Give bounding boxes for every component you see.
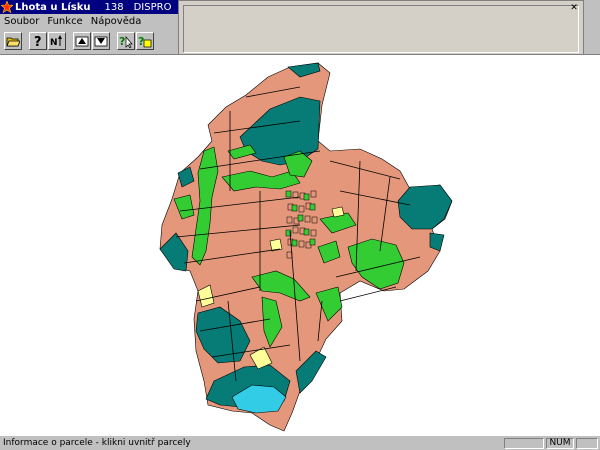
village-parcel[interactable] <box>303 228 310 236</box>
window-title: Lhota u Lísku <box>15 1 91 13</box>
village-parcel[interactable] <box>298 205 305 213</box>
open-folder-icon <box>6 37 20 47</box>
north-button[interactable]: N <box>48 32 66 50</box>
zoom-in-icon <box>75 36 89 47</box>
village-parcel[interactable] <box>309 203 316 211</box>
app-star-icon[interactable] <box>1 1 13 13</box>
zoom-in-button[interactable] <box>73 32 91 50</box>
forest-east[interactable] <box>397 184 453 230</box>
village-parcel[interactable] <box>298 240 305 248</box>
svg-text:?: ? <box>138 35 144 48</box>
north-arrow-icon: N <box>50 35 62 47</box>
help-button[interactable]: ? <box>29 32 47 50</box>
village-parcel[interactable] <box>285 190 292 198</box>
zoom-out-button[interactable] <box>92 32 110 50</box>
village-parcel[interactable] <box>297 214 304 222</box>
parcel-boundary-line <box>339 286 397 302</box>
cadastral-map[interactable] <box>0 55 600 437</box>
village-parcel[interactable] <box>303 193 310 201</box>
menu-bar: Soubor Funkce Nápověda <box>0 14 178 29</box>
village-parcel[interactable] <box>311 216 318 224</box>
village-parcel[interactable] <box>310 229 317 237</box>
menu-soubor[interactable]: Soubor <box>0 16 43 27</box>
cadastre-code: 138 <box>104 1 124 13</box>
menu-funkce[interactable]: Funkce <box>43 16 86 27</box>
svg-text:?: ? <box>119 35 125 48</box>
zoom-out-icon <box>94 36 108 47</box>
status-cell-resize <box>576 437 598 449</box>
info-panel-content <box>183 5 579 53</box>
village-parcel[interactable] <box>310 190 317 198</box>
status-message: Informace o parcele - klikni uvnitř parc… <box>3 438 191 448</box>
parcel-search-button[interactable]: ? <box>136 32 154 50</box>
other-land-east[interactable] <box>331 206 345 218</box>
village-parcel[interactable] <box>309 238 316 246</box>
village-parcel[interactable] <box>286 251 293 259</box>
num-lock-indicator: NUM <box>546 437 574 449</box>
system-name: DISPRO <box>133 1 172 13</box>
map-canvas[interactable] <box>0 54 600 437</box>
status-bar: Informace o parcele - klikni uvnitř parc… <box>0 436 600 450</box>
menu-napoveda[interactable]: Nápověda <box>87 16 146 27</box>
village-parcel[interactable] <box>291 239 298 247</box>
village-parcel[interactable] <box>304 215 311 223</box>
parcel-search-icon: ? <box>138 35 152 48</box>
info-panel: ✕ <box>178 0 584 58</box>
village-parcel[interactable] <box>291 204 298 212</box>
village-parcel[interactable] <box>286 216 293 224</box>
parcel-info-button[interactable]: ? <box>117 32 135 50</box>
parcel-info-icon: ? <box>119 35 133 48</box>
close-icon[interactable]: ✕ <box>569 3 579 13</box>
status-cell-empty <box>504 437 544 449</box>
svg-text:N: N <box>50 38 58 47</box>
village-parcel[interactable] <box>292 226 299 234</box>
svg-text:?: ? <box>34 35 42 48</box>
help-query-icon: ? <box>34 35 42 48</box>
open-button[interactable] <box>4 32 22 50</box>
toolbar: ? N ? ? <box>0 29 178 53</box>
title-bar: Lhota u Lísku 138 DISPRO <box>0 0 178 14</box>
